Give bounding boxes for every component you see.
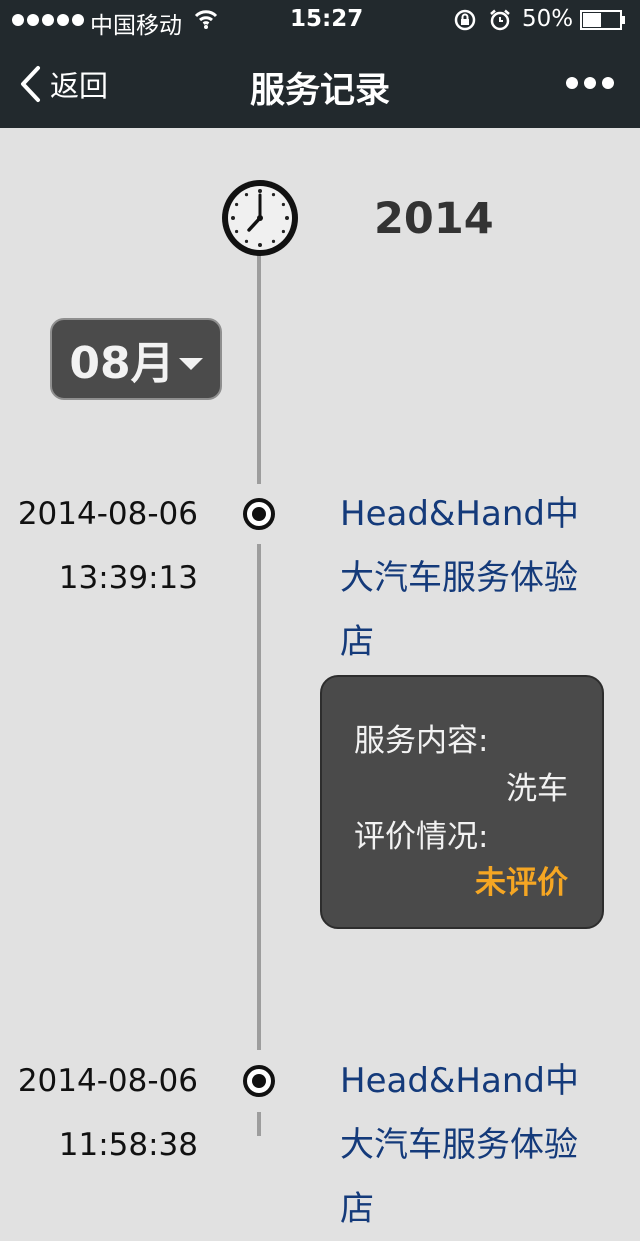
chevron-left-icon [21, 66, 40, 102]
review-status-value[interactable]: 未评价 [475, 857, 568, 902]
month-label: 08月 [69, 338, 175, 389]
store-link[interactable]: Head&Hand中大汽车服务体验店 [340, 482, 608, 674]
timeline-node-icon [243, 1065, 275, 1097]
service-content-value: 洗车 [506, 771, 568, 807]
back-button[interactable]: 返回 [18, 62, 108, 106]
month-selector[interactable]: 08月 [50, 318, 222, 400]
year-label: 2014 [374, 194, 494, 244]
alarm-icon [490, 9, 510, 31]
record-time: 11:58:38 [58, 1127, 198, 1163]
record-date: 2014-08-06 [17, 496, 198, 532]
status-bar: 中国移动 15:27 50% [0, 0, 640, 40]
timeline-node-icon [243, 498, 275, 530]
carrier-name: 中国移动 [90, 13, 182, 39]
record-time: 13:39:13 [58, 560, 198, 596]
record-date: 2014-08-06 [17, 1063, 198, 1099]
rotation-lock-icon [454, 9, 476, 31]
chevron-down-icon [178, 358, 203, 370]
service-content-label: 服务内容: [354, 723, 489, 759]
clock-icon [222, 180, 298, 256]
timeline-line [257, 240, 261, 1136]
signal-strength-icon [12, 14, 84, 26]
more-options-icon[interactable] [562, 70, 618, 96]
service-detail-card: 服务内容: 洗车 评价情况: 未评价 [320, 675, 604, 929]
battery-percent: 50% [522, 6, 574, 32]
status-time: 15:27 [290, 6, 364, 32]
top-bar: 中国移动 15:27 50% 返回 服务记录 [0, 0, 640, 128]
battery-icon [580, 10, 625, 30]
review-status-label: 评价情况: [354, 819, 489, 855]
store-link[interactable]: Head&Hand中大汽车服务体验店 [340, 1049, 608, 1241]
back-label: 返回 [50, 69, 109, 103]
wifi-icon [194, 10, 218, 29]
navigation-bar: 返回 服务记录 [0, 40, 640, 128]
